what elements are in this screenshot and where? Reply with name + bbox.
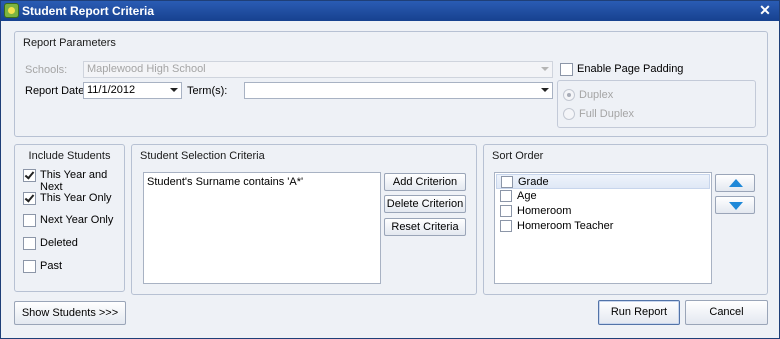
terms-dropdown[interactable] — [244, 82, 553, 99]
deleted-label[interactable]: Deleted — [40, 237, 78, 249]
deleted-checkbox[interactable] — [23, 237, 36, 250]
sort-item-homeroom-teacher[interactable]: Homeroom Teacher — [496, 219, 710, 234]
app-icon — [4, 3, 19, 18]
report-date-picker[interactable]: 11/1/2012 — [83, 82, 182, 99]
sort-order-title: Sort Order — [492, 150, 544, 162]
sort-item-grade[interactable]: Grade — [496, 174, 710, 189]
show-students-label: Show Students >>> — [21, 307, 119, 319]
title-bar: Student Report Criteria ✕ — [1, 1, 779, 21]
checkmark-icon — [24, 192, 35, 203]
delete-criterion-button[interactable]: Delete Criterion — [384, 195, 466, 213]
include-students-group: Include Students This Year and Next This… — [14, 144, 125, 292]
close-icon[interactable]: ✕ — [757, 2, 773, 18]
chevron-down-icon[interactable] — [541, 88, 549, 92]
report-date-value: 11/1/2012 — [87, 84, 136, 96]
report-parameters-group: Report Parameters Schools: Maplewood Hig… — [14, 31, 768, 137]
report-parameters-title: Report Parameters — [23, 37, 116, 49]
sort-homeroom-teacher-checkbox[interactable] — [500, 220, 512, 232]
duplex-radio — [563, 89, 575, 101]
radio-selected-dot — [567, 93, 571, 97]
sort-grade-checkbox[interactable] — [501, 176, 513, 188]
duplex-label: Duplex — [579, 89, 614, 101]
move-up-button[interactable] — [715, 174, 755, 192]
this-year-and-next-checkbox[interactable] — [23, 169, 36, 182]
past-checkbox[interactable] — [23, 260, 36, 273]
reset-criteria-label: Reset Criteria — [391, 221, 459, 233]
cancel-button[interactable]: Cancel — [685, 300, 768, 325]
next-year-only-label[interactable]: Next Year Only — [40, 214, 113, 226]
checkmark-icon — [24, 169, 35, 180]
delete-criterion-label: Delete Criterion — [386, 198, 464, 210]
report-date-label: Report Date: — [25, 85, 88, 97]
schools-label: Schools: — [25, 64, 68, 76]
sort-item-homeroom[interactable]: Homeroom — [496, 204, 710, 219]
duplex-options-group: Duplex Full Duplex — [557, 80, 756, 128]
this-year-only-checkbox[interactable] — [23, 192, 36, 205]
add-criterion-label: Add Criterion — [392, 176, 458, 188]
triangle-up-icon — [729, 179, 743, 187]
report-criteria-dialog: Student Report Criteria ✕ Report Paramet… — [0, 0, 780, 339]
this-year-only-label[interactable]: This Year Only — [40, 192, 112, 204]
sort-item-age[interactable]: Age — [496, 189, 710, 204]
this-year-and-next-label[interactable]: This Year and Next — [40, 169, 124, 193]
sort-item-label: Age — [517, 190, 537, 202]
sort-item-label: Homeroom — [517, 205, 572, 217]
full-duplex-label: Full Duplex — [579, 108, 635, 120]
criteria-list-item[interactable]: Student's Surname contains 'A*' — [147, 176, 303, 188]
schools-dropdown: Maplewood High School — [83, 61, 553, 78]
run-report-label: Run Report — [610, 306, 668, 318]
sort-item-label: Grade — [518, 176, 549, 188]
sort-order-list[interactable]: Grade Age Homeroom Homeroom Teacher — [494, 172, 712, 284]
selection-criteria-title: Student Selection Criteria — [140, 150, 265, 162]
criteria-list[interactable]: Student's Surname contains 'A*' — [143, 172, 381, 284]
include-students-title: Include Students — [28, 150, 111, 162]
cancel-label: Cancel — [709, 306, 744, 318]
student-selection-criteria-group: Student Selection Criteria Student's Sur… — [131, 144, 477, 295]
sort-age-checkbox[interactable] — [500, 190, 512, 202]
show-students-button[interactable]: Show Students >>> — [14, 301, 126, 325]
next-year-only-checkbox[interactable] — [23, 214, 36, 227]
triangle-down-icon — [729, 202, 743, 210]
sort-item-label: Homeroom Teacher — [517, 220, 614, 232]
terms-label: Term(s): — [187, 85, 228, 97]
move-down-button[interactable] — [715, 196, 755, 214]
run-report-button[interactable]: Run Report — [598, 300, 680, 325]
enable-page-padding-label[interactable]: Enable Page Padding — [577, 63, 683, 75]
past-label[interactable]: Past — [40, 260, 62, 272]
reset-criteria-button[interactable]: Reset Criteria — [384, 218, 466, 236]
sort-order-group: Sort Order Grade Age Homeroom Homeroom T… — [483, 144, 768, 295]
window-title: Student Report Criteria — [22, 4, 155, 18]
chevron-down-icon — [541, 67, 549, 71]
full-duplex-radio — [563, 108, 575, 120]
enable-page-padding-checkbox[interactable] — [560, 63, 573, 76]
chevron-down-icon[interactable] — [170, 88, 178, 92]
schools-value: Maplewood High School — [87, 63, 206, 75]
sort-homeroom-checkbox[interactable] — [500, 205, 512, 217]
add-criterion-button[interactable]: Add Criterion — [384, 173, 466, 191]
